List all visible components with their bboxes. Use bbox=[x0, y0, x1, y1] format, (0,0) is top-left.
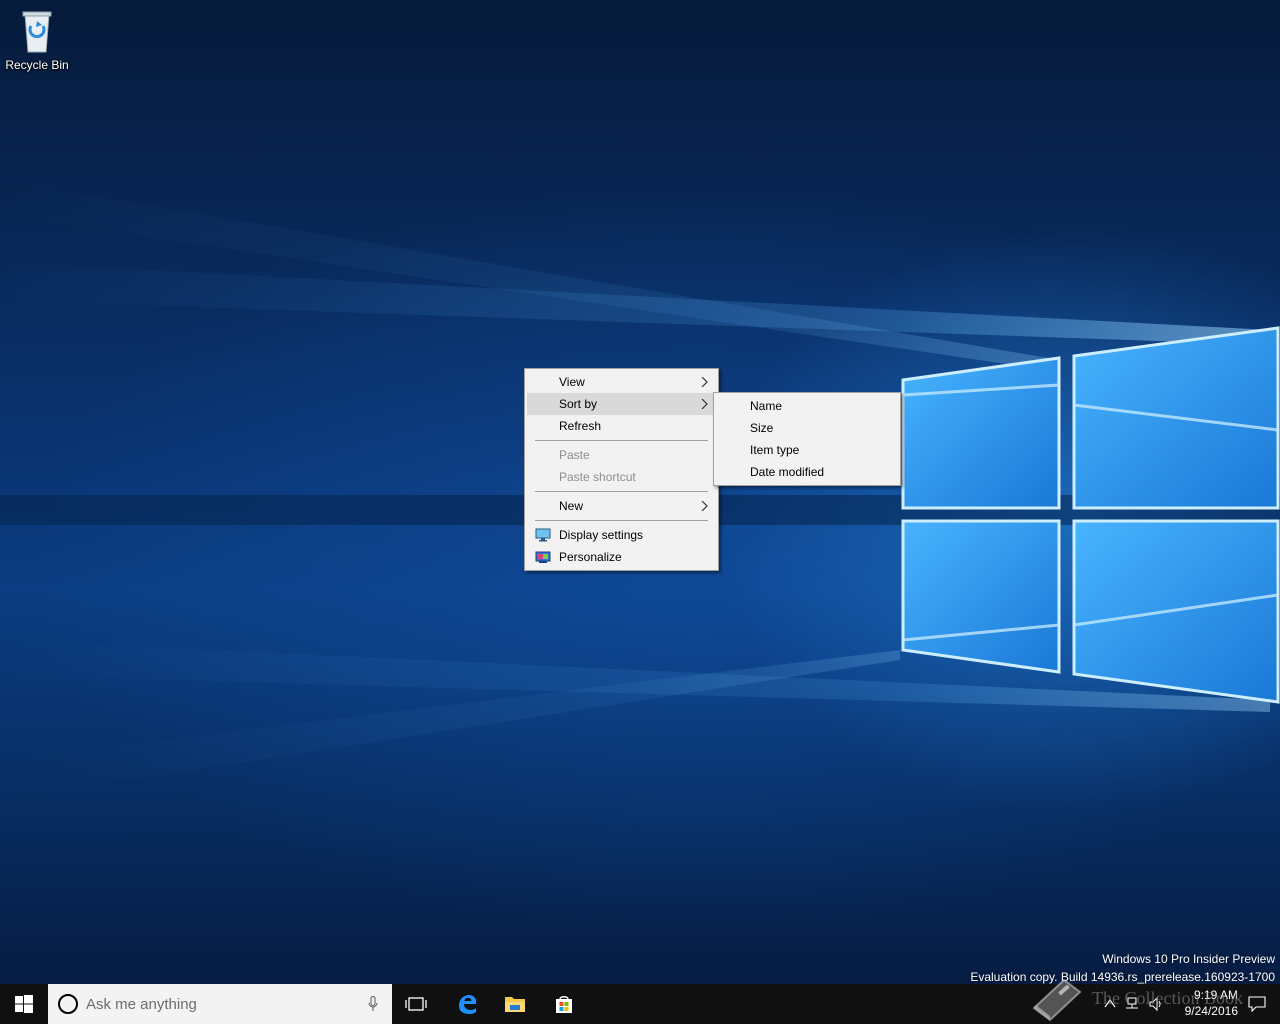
personalize-icon bbox=[535, 551, 551, 563]
menu-item-paste[interactable]: Paste bbox=[527, 444, 716, 466]
start-button[interactable] bbox=[0, 984, 48, 1024]
menu-item-label: Size bbox=[750, 421, 774, 435]
menu-item-personalize[interactable]: Personalize bbox=[527, 546, 716, 568]
microphone-icon[interactable] bbox=[368, 996, 378, 1012]
menu-item-new[interactable]: New bbox=[527, 495, 716, 517]
desktop-icon-label: Recycle Bin bbox=[5, 58, 69, 72]
menu-item-display-settings[interactable]: Display settings bbox=[527, 524, 716, 546]
action-center-icon[interactable] bbox=[1248, 996, 1266, 1012]
network-icon[interactable] bbox=[1124, 996, 1140, 1012]
taskbar-clock[interactable]: 9:19 AM 9/24/2016 bbox=[1185, 987, 1238, 1019]
store-icon bbox=[556, 996, 572, 1013]
task-view-button[interactable] bbox=[392, 984, 440, 1024]
search-placeholder: Ask me anything bbox=[86, 995, 197, 1013]
menu-item-label: Display settings bbox=[559, 528, 644, 542]
task-view-icon bbox=[405, 997, 427, 1011]
menu-item-label: New bbox=[559, 499, 584, 513]
menu-item-label: Paste bbox=[559, 448, 590, 462]
menu-item-label: Name bbox=[750, 399, 783, 413]
sort-by-submenu: Name Size Item type Date modified bbox=[713, 392, 901, 486]
build-watermark: Windows 10 Pro Insider Preview Evaluatio… bbox=[970, 950, 1275, 984]
menu-item-label: Date modified bbox=[750, 465, 825, 479]
store-button[interactable] bbox=[540, 984, 588, 1024]
file-explorer-icon bbox=[505, 997, 525, 1012]
taskbar: Ask me anything 9:19 AM 9/24/2016 bbox=[0, 984, 1280, 1024]
desktop-icon-recycle-bin[interactable]: Recycle Bin bbox=[4, 6, 70, 76]
menu-separator bbox=[535, 520, 708, 521]
watermark-line-2: Evaluation copy. Build 14936.rs_prerelea… bbox=[970, 970, 1275, 984]
recycle-bin-icon bbox=[22, 11, 52, 53]
display-icon bbox=[535, 528, 551, 542]
volume-icon[interactable] bbox=[1148, 996, 1164, 1012]
menu-item-sort-by[interactable]: Sort by bbox=[527, 393, 716, 415]
menu-item-refresh[interactable]: Refresh bbox=[527, 415, 716, 437]
chevron-right-icon bbox=[701, 399, 708, 409]
menu-item-label: Paste shortcut bbox=[559, 470, 636, 484]
file-explorer-button[interactable] bbox=[491, 984, 539, 1024]
menu-item-label: View bbox=[559, 375, 585, 389]
submenu-item-size[interactable]: Size bbox=[716, 417, 898, 439]
cortana-icon bbox=[58, 994, 78, 1014]
menu-item-label: Refresh bbox=[559, 419, 602, 433]
menu-item-label: Item type bbox=[750, 443, 800, 457]
chevron-right-icon bbox=[701, 377, 708, 387]
menu-item-paste-shortcut[interactable]: Paste shortcut bbox=[527, 466, 716, 488]
windows-logo-icon bbox=[15, 995, 33, 1013]
menu-item-label: Sort by bbox=[559, 397, 598, 411]
submenu-item-date-modified[interactable]: Date modified bbox=[716, 461, 898, 483]
clock-time: 9:19 AM bbox=[1193, 988, 1238, 1002]
edge-button[interactable] bbox=[443, 984, 491, 1024]
chevron-right-icon bbox=[701, 501, 708, 511]
system-tray: 9:19 AM 9/24/2016 bbox=[1080, 984, 1280, 1024]
show-hidden-icons-icon[interactable] bbox=[1104, 996, 1116, 1010]
desktop[interactable]: Recycle Bin View Sort by Refresh Paste P… bbox=[0, 0, 1280, 984]
menu-separator bbox=[535, 491, 708, 492]
cortana-search-box[interactable]: Ask me anything bbox=[48, 984, 392, 1024]
submenu-item-item-type[interactable]: Item type bbox=[716, 439, 898, 461]
desktop-context-menu: View Sort by Refresh Paste Paste shortcu… bbox=[524, 368, 719, 571]
clock-date: 9/24/2016 bbox=[1184, 1004, 1238, 1018]
menu-item-view[interactable]: View bbox=[527, 371, 716, 393]
menu-item-label: Personalize bbox=[559, 550, 622, 564]
menu-separator bbox=[535, 440, 708, 441]
submenu-item-name[interactable]: Name bbox=[716, 395, 898, 417]
watermark-line-1: Windows 10 Pro Insider Preview bbox=[1102, 952, 1275, 966]
edge-icon bbox=[459, 995, 477, 1014]
